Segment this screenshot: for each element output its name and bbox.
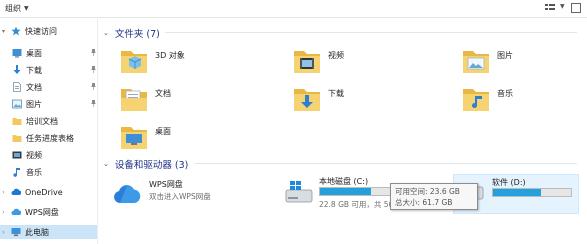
collapse-arrow-icon[interactable]: ▾ — [0, 28, 7, 35]
tooltip-total-size: 总大小: 61.7 GB — [395, 198, 453, 207]
view-dropdown-icon[interactable]: ▼ — [560, 3, 566, 13]
organize-button[interactable]: 组织 ▼ — [5, 3, 29, 14]
wps-cloud-icon — [11, 207, 22, 217]
nav-label: 文档 — [26, 82, 42, 92]
devices-group-title: 设备和驱动器 (3) — [114, 160, 189, 171]
organize-label: 组织 — [5, 4, 21, 13]
folder-icon — [12, 116, 22, 126]
nav-quick-access[interactable]: ▾ 快速访问 — [0, 24, 57, 38]
nav-this-pc[interactable]: › 此电脑 — [0, 225, 97, 239]
videos-folder-icon — [292, 45, 322, 75]
nav-item-training-docs[interactable]: 培训文档 — [12, 114, 58, 128]
folder-label: 桌面 — [155, 127, 171, 136]
folder-label: 文档 — [155, 89, 171, 98]
star-icon — [11, 26, 21, 36]
drive-d-usage-fill — [493, 189, 542, 196]
nav-item-documents[interactable]: 文档 — [12, 80, 98, 94]
pin-icon[interactable] — [90, 100, 97, 107]
help-icon[interactable] — [571, 3, 581, 13]
folders-group-title: 文件夹 (7) — [114, 29, 160, 40]
document-icon — [12, 82, 22, 92]
nav-item-task-schedule[interactable]: 任务进度表格 — [12, 131, 74, 145]
windows-drive-icon — [285, 180, 313, 206]
pin-icon[interactable] — [90, 49, 97, 56]
folder-documents[interactable]: 文档 — [119, 83, 171, 113]
folder-label: 音乐 — [497, 89, 513, 98]
wps-cloud-name: WPS网盘 — [149, 180, 183, 189]
nav-label: 快速访问 — [25, 26, 57, 36]
wps-cloud-icon — [113, 183, 141, 209]
drive-d-usage-bar — [492, 188, 572, 197]
folder-desktop[interactable]: 桌面 — [119, 121, 171, 151]
pin-icon[interactable] — [90, 66, 97, 73]
desktop-folder-icon — [119, 121, 149, 151]
cloud-icon — [11, 187, 22, 197]
pictures-folder-icon — [461, 45, 491, 75]
nav-item-downloads[interactable]: 下载 — [12, 63, 98, 77]
collapse-chevron-icon[interactable]: ⌄ — [103, 160, 109, 168]
folder-icon — [12, 133, 22, 143]
nav-onedrive[interactable]: › OneDrive — [0, 185, 63, 199]
folder-label: 下载 — [328, 89, 344, 98]
collapse-arrow-icon[interactable]: › — [0, 229, 7, 236]
content-pane: ⌄ 文件夹 (7) 3D 对象 视频 图片 文档 下载 音乐 桌面 ⌄ 设备和驱… — [99, 19, 587, 244]
desktop-icon — [12, 48, 22, 58]
nav-label: WPS网盘 — [25, 207, 59, 217]
folder-pictures[interactable]: 图片 — [461, 45, 513, 75]
wps-cloud-drive[interactable]: WPS网盘 双击进入WPS网盘 — [113, 179, 263, 213]
chevron-down-icon: ▼ — [24, 5, 29, 12]
folder-downloads[interactable]: 下载 — [292, 83, 344, 113]
download-icon — [12, 65, 22, 75]
computer-icon — [11, 227, 21, 237]
drive-c-usage-fill — [320, 188, 372, 195]
nav-item-pictures[interactable]: 图片 — [12, 97, 98, 111]
music-folder-icon — [461, 83, 491, 113]
view-options-icon[interactable] — [545, 3, 555, 13]
nav-wps-cloud[interactable]: › WPS网盘 — [0, 205, 59, 219]
nav-label: 培训文档 — [26, 116, 58, 126]
devices-group-header[interactable]: ⌄ 设备和驱动器 (3) — [103, 157, 188, 171]
downloads-folder-icon — [292, 83, 322, 113]
collapse-chevron-icon[interactable]: ⌄ — [103, 29, 109, 37]
pin-icon[interactable] — [90, 83, 97, 90]
nav-label: 音乐 — [26, 167, 42, 177]
nav-label: OneDrive — [25, 187, 63, 197]
picture-icon — [12, 99, 22, 109]
drive-c-name: 本地磁盘 (C:) — [319, 177, 369, 186]
expand-arrow-icon[interactable]: › — [0, 209, 7, 216]
folder-music[interactable]: 音乐 — [461, 83, 513, 113]
command-bar: 组织 ▼ ▼ — [0, 0, 587, 18]
nav-label: 视频 — [26, 150, 42, 160]
group-divider — [195, 163, 577, 164]
drive-d-tooltip: 可用空间: 23.6 GB 总大小: 61.7 GB — [390, 183, 478, 210]
nav-label: 任务进度表格 — [26, 133, 74, 143]
folder-label: 图片 — [497, 51, 513, 60]
nav-item-music[interactable]: 音乐 — [12, 165, 42, 179]
navigation-pane: ▾ 快速访问 桌面 下载 文档 图片 培训文档 任务进度表格 视频 音乐 › O… — [0, 19, 98, 244]
documents-folder-icon — [119, 83, 149, 113]
wps-cloud-subtitle: 双击进入WPS网盘 — [149, 192, 211, 201]
tooltip-free-space: 可用空间: 23.6 GB — [395, 187, 460, 196]
folder-label: 3D 对象 — [155, 51, 185, 60]
expand-arrow-icon[interactable]: › — [0, 189, 7, 196]
drive-d-name: 软件 (D:) — [492, 178, 526, 187]
folder-3d-objects[interactable]: 3D 对象 — [119, 45, 185, 75]
music-icon — [12, 167, 22, 177]
nav-item-videos[interactable]: 视频 — [12, 148, 42, 162]
group-divider — [165, 32, 577, 33]
nav-label: 桌面 — [26, 48, 42, 58]
folders-group-header[interactable]: ⌄ 文件夹 (7) — [103, 26, 160, 40]
video-icon — [12, 150, 22, 160]
3d-objects-folder-icon — [119, 45, 149, 75]
folder-label: 视频 — [328, 51, 344, 60]
nav-item-desktop[interactable]: 桌面 — [12, 46, 98, 60]
nav-label: 图片 — [26, 99, 42, 109]
folder-videos[interactable]: 视频 — [292, 45, 344, 75]
nav-label: 下载 — [26, 65, 42, 75]
nav-label: 此电脑 — [25, 227, 49, 237]
